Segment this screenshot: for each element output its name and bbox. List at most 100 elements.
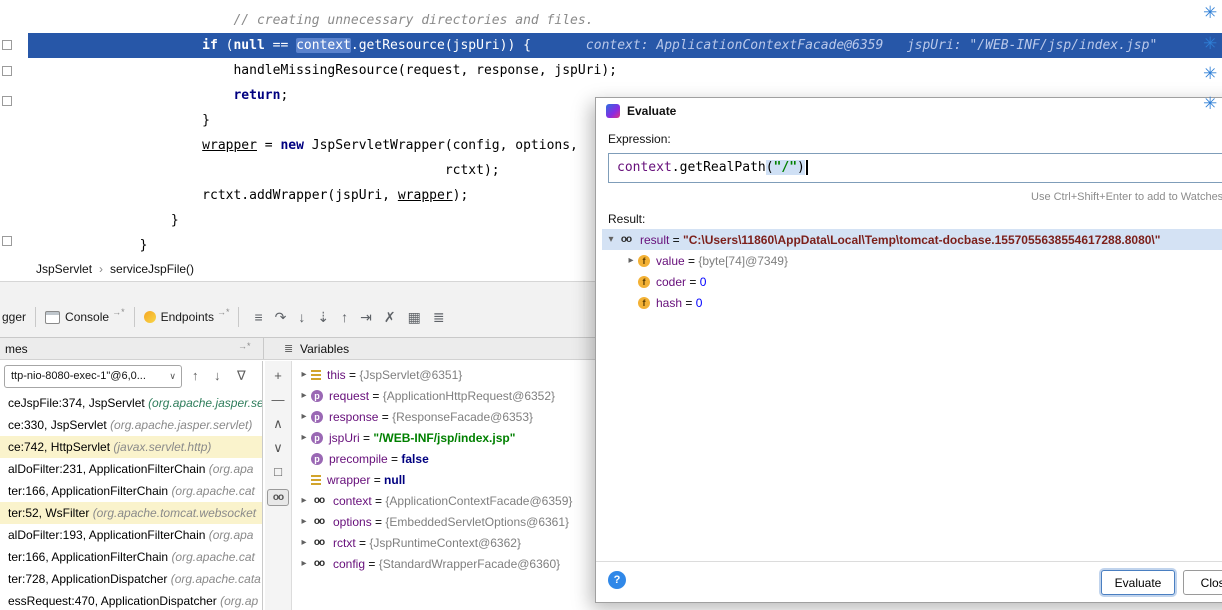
result-tree: ▾ooresult = "C:\Users\11860\AppData\Loca… — [596, 229, 1222, 529]
code-line[interactable]: if (null == context.getResource(jspUri))… — [28, 33, 1222, 58]
frame-location: alDoFilter:193, ApplicationFilterChain — [8, 528, 209, 542]
notification-gear-icon[interactable]: ✳ — [1203, 65, 1217, 82]
thread-selector[interactable]: ttp-nio-8080-exec-1"@6,0... ∨ — [4, 365, 182, 388]
variable-name: precompile — [329, 452, 388, 466]
code-line[interactable]: // creating unnecessary directories and … — [28, 8, 1222, 33]
add-watch-icon[interactable]: + — [274, 369, 282, 383]
breadcrumb-method[interactable]: serviceJspFile() — [110, 262, 194, 276]
expand-chevron-icon[interactable]: ▸ — [297, 432, 311, 443]
code-text: rctxt); — [28, 163, 500, 178]
force-step-into-icon[interactable]: ⇣ — [317, 309, 329, 326]
result-row[interactable]: fcoder = 0 — [602, 271, 1222, 292]
tab-debugger-partial[interactable]: gger — [2, 310, 26, 324]
fold-marker-icon[interactable] — [2, 96, 12, 106]
view-breakpoints-icon[interactable]: ▦ — [408, 309, 421, 326]
code-token: null — [233, 38, 264, 53]
code-line[interactable]: handleMissingResource(request, response,… — [28, 58, 1222, 83]
frame-row[interactable]: alDoFilter:193, ApplicationFilterChain (… — [0, 524, 262, 546]
evaluate-button[interactable]: Evaluate — [1101, 570, 1175, 595]
result-value: {byte[74]@7349} — [698, 254, 788, 268]
fold-marker-icon[interactable] — [2, 66, 12, 76]
dialog-titlebar[interactable]: Evaluate — [596, 98, 1222, 124]
code-token: rctxt); — [445, 163, 500, 178]
frame-row[interactable]: ceJspFile:374, JspServlet (org.apache.ja… — [0, 392, 262, 414]
expand-chevron-icon[interactable]: ▸ — [297, 558, 311, 569]
expand-chevron-icon[interactable]: ▸ — [297, 411, 311, 422]
expand-chevron-icon[interactable]: ▸ — [297, 537, 311, 548]
variable-name: jspUri — [329, 431, 360, 445]
tab-pin-icon[interactable]: →* — [217, 307, 230, 317]
drop-frame-icon[interactable]: ✗ — [384, 309, 396, 326]
filter-frames-icon[interactable]: ∇ — [237, 368, 246, 384]
code-token: return — [233, 88, 280, 103]
code-token: } — [140, 238, 148, 253]
notification-gear-icon[interactable]: ✳ — [1203, 4, 1217, 21]
scroll-up-icon[interactable]: ∧ — [273, 417, 283, 431]
expression-input[interactable]: context.getRealPath("/") ∨ — [608, 153, 1222, 183]
equals: = — [370, 473, 384, 487]
frames-pin-icon[interactable]: →* — [238, 341, 251, 351]
close-button[interactable]: Close — [1183, 570, 1222, 595]
frame-package: (org.apa — [209, 462, 254, 476]
frame-row[interactable]: ter:166, ApplicationFilterChain (org.apa… — [0, 546, 262, 568]
tab-console[interactable]: Console — [65, 310, 109, 324]
frame-row[interactable]: ter:728, ApplicationDispatcher (org.apac… — [0, 568, 262, 590]
equals: = — [356, 536, 370, 550]
panel-layout-icon[interactable]: □ — [274, 465, 282, 479]
fold-marker-icon[interactable] — [2, 40, 12, 50]
expand-chevron-icon[interactable]: ▾ — [604, 234, 618, 245]
text-caret — [806, 160, 808, 175]
frame-row[interactable]: ce:742, HttpServlet (javax.servlet.http) — [0, 436, 262, 458]
help-icon[interactable]: ? — [608, 571, 626, 589]
result-row[interactable]: fhash = 0 — [602, 292, 1222, 313]
expand-chevron-icon[interactable]: ▸ — [297, 516, 311, 527]
dialog-footer: ? Evaluate Close — [596, 561, 1222, 604]
result-row[interactable]: ▸fvalue = {byte[74]@7349} — [602, 250, 1222, 271]
divider — [238, 307, 239, 327]
code-text: } — [28, 238, 147, 253]
notification-gear-icon[interactable]: ✳ — [1203, 35, 1217, 52]
frame-package: (org.ap — [220, 594, 258, 608]
previous-frame-icon[interactable]: ↑ — [192, 368, 199, 383]
mute-breakpoints-icon[interactable]: ≣ — [433, 309, 445, 326]
code-text: // creating unnecessary directories and … — [28, 13, 594, 28]
layout-settings-icon[interactable]: ≡ — [254, 309, 262, 325]
watch-icon: oo — [311, 495, 327, 507]
expand-chevron-icon[interactable]: ▸ — [624, 255, 638, 266]
frame-row[interactable]: essRequest:470, ApplicationDispatcher (o… — [0, 590, 262, 610]
code-token: = — [257, 138, 280, 153]
step-over-icon[interactable]: ↷ — [275, 309, 287, 326]
breadcrumb-class[interactable]: JspServlet — [36, 262, 92, 276]
scroll-down-icon[interactable]: ∨ — [273, 441, 283, 455]
expression-label: Expression: — [608, 132, 671, 146]
frame-row[interactable]: alDoFilter:231, ApplicationFilterChain (… — [0, 458, 262, 480]
next-frame-icon[interactable]: ↓ — [214, 368, 221, 383]
notification-gear-icon[interactable]: ✳ — [1203, 95, 1217, 112]
run-to-cursor-icon[interactable]: ⇥ — [360, 309, 372, 326]
fold-marker-icon[interactable] — [2, 236, 12, 246]
variables-menu-icon[interactable]: ≣ — [284, 338, 293, 360]
expression-token: context — [617, 160, 672, 175]
expand-chevron-icon[interactable]: ▸ — [297, 495, 311, 506]
result-name: value — [656, 254, 685, 268]
expand-chevron-icon[interactable]: ▸ — [297, 369, 311, 380]
frame-row[interactable]: ter:166, ApplicationFilterChain (org.apa… — [0, 480, 262, 502]
step-out-icon[interactable]: ↑ — [341, 309, 348, 325]
frame-row[interactable]: ter:52, WsFilter (org.apache.tomcat.webs… — [0, 502, 262, 524]
debug-toolbar-row: gger Console →* Endpoints →* ≡ ↷ ↓ ⇣ ↑ ⇥ ✗ ▦ ≣ — [2, 302, 451, 332]
equals: = — [365, 557, 379, 571]
step-into-icon[interactable]: ↓ — [298, 309, 305, 325]
equals: = — [369, 389, 383, 403]
frame-row[interactable]: ce:330, JspServlet (org.apache.jasper.se… — [0, 414, 262, 436]
watches-toggle-icon[interactable]: oo — [267, 489, 289, 506]
expand-chevron-icon[interactable]: ▸ — [297, 390, 311, 401]
expression-token: .getRealPath — [672, 160, 766, 175]
tab-pin-icon[interactable]: →* — [112, 307, 125, 317]
dialog-title: Evaluate — [627, 98, 676, 124]
value-icon — [311, 475, 321, 485]
result-row[interactable]: ▾ooresult = "C:\Users\11860\AppData\Loca… — [602, 229, 1222, 250]
tab-endpoints[interactable]: Endpoints — [161, 310, 214, 324]
frame-location: ce:330, JspServlet — [8, 418, 110, 432]
equals: = — [669, 233, 683, 247]
divider — [35, 307, 36, 327]
